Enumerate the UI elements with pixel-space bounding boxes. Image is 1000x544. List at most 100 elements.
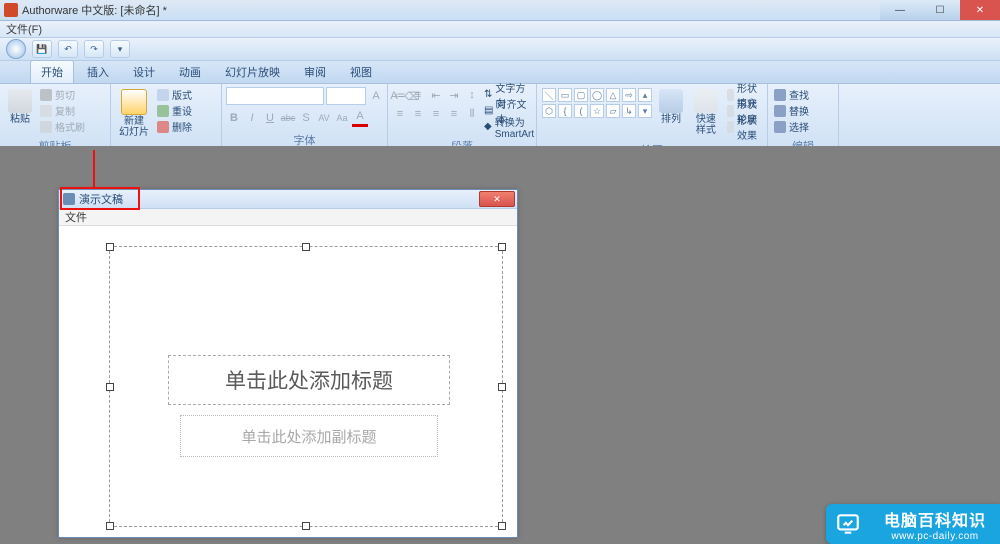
handle-n[interactable] bbox=[302, 243, 310, 251]
grow-font-button[interactable]: A bbox=[368, 88, 384, 104]
tab-view[interactable]: 视图 bbox=[339, 60, 383, 83]
strike-button[interactable]: abc bbox=[280, 110, 296, 126]
qat-undo-button[interactable]: ↶ bbox=[58, 40, 78, 58]
shape-callout-icon[interactable]: ▱ bbox=[606, 104, 620, 118]
tab-review[interactable]: 审阅 bbox=[293, 60, 337, 83]
underline-button[interactable]: U bbox=[262, 110, 278, 126]
watermark: 电脑百科知识 www.pc-daily.com bbox=[826, 504, 1000, 544]
tab-animation[interactable]: 动画 bbox=[168, 60, 212, 83]
replace-icon bbox=[774, 105, 786, 117]
delete-button[interactable]: 删除 bbox=[155, 119, 194, 134]
italic-button[interactable]: I bbox=[244, 110, 260, 126]
app-title: Authorware 中文版: [未命名] * bbox=[22, 2, 167, 18]
change-case-button[interactable]: Aa bbox=[334, 110, 350, 126]
shape-hex-icon[interactable]: ⬡ bbox=[542, 104, 556, 118]
handle-sw[interactable] bbox=[106, 522, 114, 530]
shapes-gallery[interactable]: ＼ ▭ ▢ ◯ △ ⇨ ▴ ⬡ { ( ☆ ▱ ↳ ▾ bbox=[541, 87, 653, 119]
shape-brace-icon[interactable]: { bbox=[558, 104, 572, 118]
arrange-button[interactable]: 排列 bbox=[655, 87, 687, 127]
file-menu[interactable]: 文件(F) bbox=[6, 21, 42, 37]
font-name-combo[interactable] bbox=[226, 87, 324, 105]
slide-canvas[interactable]: 单击此处添加标题 单击此处添加副标题 bbox=[109, 246, 503, 527]
subtitle-placeholder[interactable]: 单击此处添加副标题 bbox=[180, 415, 438, 457]
font-color-button[interactable]: A bbox=[352, 108, 368, 127]
shape-paren-icon[interactable]: ( bbox=[574, 104, 588, 118]
shape-rrect-icon[interactable]: ▢ bbox=[574, 88, 588, 102]
delete-icon bbox=[157, 121, 169, 133]
line-spacing-button[interactable]: ↕ bbox=[464, 87, 480, 103]
shape-rect-icon[interactable]: ▭ bbox=[558, 88, 572, 102]
embedded-titlebar[interactable]: 演示文稿 ✕ bbox=[59, 190, 517, 209]
copy-button[interactable]: 复制 bbox=[38, 103, 87, 118]
handle-w[interactable] bbox=[106, 383, 114, 391]
group-editing: 查找 替换 选择 编辑 bbox=[768, 84, 839, 150]
tab-insert[interactable]: 插入 bbox=[76, 60, 120, 83]
tab-home[interactable]: 开始 bbox=[30, 60, 74, 83]
quick-styles-button[interactable]: 快速样式 bbox=[689, 87, 723, 138]
find-button[interactable]: 查找 bbox=[772, 87, 811, 102]
handle-s[interactable] bbox=[302, 522, 310, 530]
convert-smartart-button[interactable]: ◆转换为 SmartArt bbox=[482, 119, 536, 134]
cut-icon bbox=[40, 89, 52, 101]
shape-more-down-icon[interactable]: ▾ bbox=[638, 104, 652, 118]
title-placeholder[interactable]: 单击此处添加标题 bbox=[168, 355, 450, 405]
handle-nw[interactable] bbox=[106, 243, 114, 251]
qat-customize-button[interactable]: ▾ bbox=[110, 40, 130, 58]
arrange-icon bbox=[659, 89, 683, 113]
reset-button[interactable]: 重设 bbox=[155, 103, 194, 118]
paste-button[interactable]: 粘贴 bbox=[4, 87, 36, 127]
tab-design[interactable]: 设计 bbox=[122, 60, 166, 83]
new-slide-icon bbox=[121, 89, 147, 115]
align-center-button[interactable]: ≡ bbox=[410, 106, 426, 122]
close-button[interactable]: ✕ bbox=[960, 0, 1000, 20]
group-font: A A ⌫ B I U abc S AV Aa A 字体 bbox=[222, 84, 388, 150]
watermark-icon bbox=[826, 504, 870, 544]
char-spacing-button[interactable]: AV bbox=[316, 110, 332, 126]
decrease-indent-button[interactable]: ⇤ bbox=[428, 87, 444, 103]
shape-more-up-icon[interactable]: ▴ bbox=[638, 88, 652, 102]
smartart-icon: ◆ bbox=[484, 121, 492, 132]
shape-connector-icon[interactable]: ↳ bbox=[622, 104, 636, 118]
shape-outline-icon bbox=[727, 105, 734, 117]
shape-line-icon[interactable]: ＼ bbox=[542, 88, 556, 102]
tab-slideshow[interactable]: 幻灯片放映 bbox=[214, 60, 291, 83]
replace-button[interactable]: 替换 bbox=[772, 103, 811, 118]
align-right-button[interactable]: ≡ bbox=[428, 106, 444, 122]
embedded-window[interactable]: 演示文稿 ✕ 文件 单击此处添加标题 单击此处添加副标题 bbox=[58, 189, 518, 538]
qat-redo-button[interactable]: ↷ bbox=[84, 40, 104, 58]
font-size-combo[interactable] bbox=[326, 87, 366, 105]
numbering-button[interactable]: ≡ bbox=[410, 87, 426, 103]
justify-button[interactable]: ≡ bbox=[446, 106, 462, 122]
shape-effects-button[interactable]: 形状效果 bbox=[725, 119, 763, 134]
shape-fill-icon bbox=[727, 89, 734, 101]
handle-se[interactable] bbox=[498, 522, 506, 530]
increase-indent-button[interactable]: ⇥ bbox=[446, 87, 462, 103]
align-left-button[interactable]: ≡ bbox=[392, 106, 408, 122]
minimize-button[interactable]: — bbox=[880, 0, 920, 20]
office-orb[interactable] bbox=[6, 39, 26, 59]
maximize-button[interactable]: ☐ bbox=[920, 0, 960, 20]
shape-triangle-icon[interactable]: △ bbox=[606, 88, 620, 102]
shape-oval-icon[interactable]: ◯ bbox=[590, 88, 604, 102]
handle-e[interactable] bbox=[498, 383, 506, 391]
paste-icon bbox=[8, 89, 32, 113]
group-clipboard: 粘贴 剪切 复制 格式刷 剪贴板 bbox=[0, 84, 111, 150]
shadow-button[interactable]: S bbox=[298, 110, 314, 126]
select-button[interactable]: 选择 bbox=[772, 119, 811, 134]
find-icon bbox=[774, 89, 786, 101]
layout-button[interactable]: 版式 bbox=[155, 87, 194, 102]
align-text-icon: ▤ bbox=[484, 105, 493, 116]
cut-button[interactable]: 剪切 bbox=[38, 87, 87, 102]
qat-save-button[interactable]: 💾 bbox=[32, 40, 52, 58]
bold-button[interactable]: B bbox=[226, 110, 242, 126]
handle-ne[interactable] bbox=[498, 243, 506, 251]
shape-star-icon[interactable]: ☆ bbox=[590, 104, 604, 118]
embedded-close-button[interactable]: ✕ bbox=[479, 191, 515, 207]
new-slide-button[interactable]: 新建 幻灯片 bbox=[115, 87, 153, 140]
columns-button[interactable]: ⫴ bbox=[464, 106, 480, 122]
embedded-file-menu[interactable]: 文件 bbox=[65, 209, 87, 225]
bullets-button[interactable]: ≔ bbox=[392, 87, 408, 103]
format-painter-button[interactable]: 格式刷 bbox=[38, 119, 87, 134]
shape-arrow-icon[interactable]: ⇨ bbox=[622, 88, 636, 102]
shape-effects-icon bbox=[727, 121, 734, 133]
